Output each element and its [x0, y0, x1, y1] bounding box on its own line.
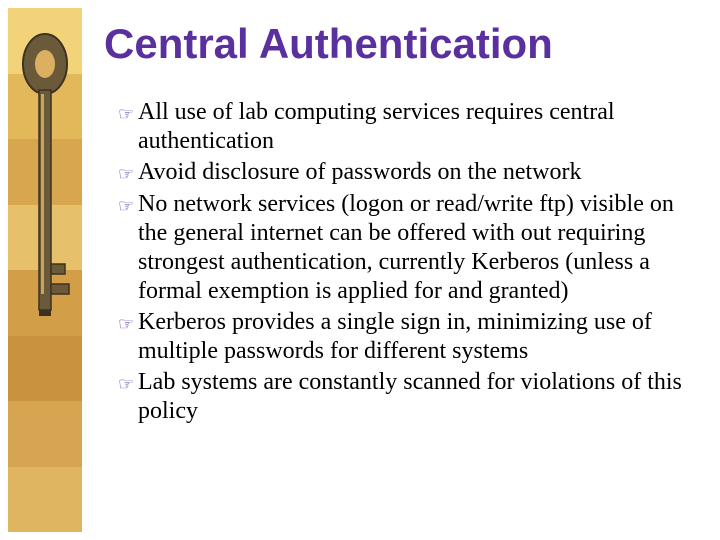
list-item: ☞ No network services (logon or read/wri…	[118, 190, 708, 306]
list-item-text: Avoid disclosure of passwords on the net…	[138, 158, 708, 187]
list-item-text: Lab systems are constantly scanned for v…	[138, 368, 708, 426]
pointing-hand-icon: ☞	[118, 368, 138, 398]
pointing-hand-icon: ☞	[118, 308, 138, 338]
list-item: ☞ Avoid disclosure of passwords on the n…	[118, 158, 708, 188]
pointing-hand-icon: ☞	[118, 98, 138, 128]
key-illustration	[14, 14, 76, 524]
pointing-hand-icon: ☞	[118, 158, 138, 188]
list-item-text: Kerberos provides a single sign in, mini…	[138, 308, 708, 366]
slide-body: ☞ All use of lab computing services requ…	[118, 98, 708, 428]
list-item: ☞ Lab systems are constantly scanned for…	[118, 368, 708, 426]
list-item-text: No network services (logon or read/write…	[138, 190, 708, 306]
pointing-hand-icon: ☞	[118, 190, 138, 220]
list-item: ☞ All use of lab computing services requ…	[118, 98, 708, 156]
slide-title: Central Authentication	[104, 20, 553, 68]
list-item-text: All use of lab computing services requir…	[138, 98, 708, 156]
slide: Central Authentication ☞ All use of lab …	[0, 0, 720, 540]
list-item: ☞ Kerberos provides a single sign in, mi…	[118, 308, 708, 366]
